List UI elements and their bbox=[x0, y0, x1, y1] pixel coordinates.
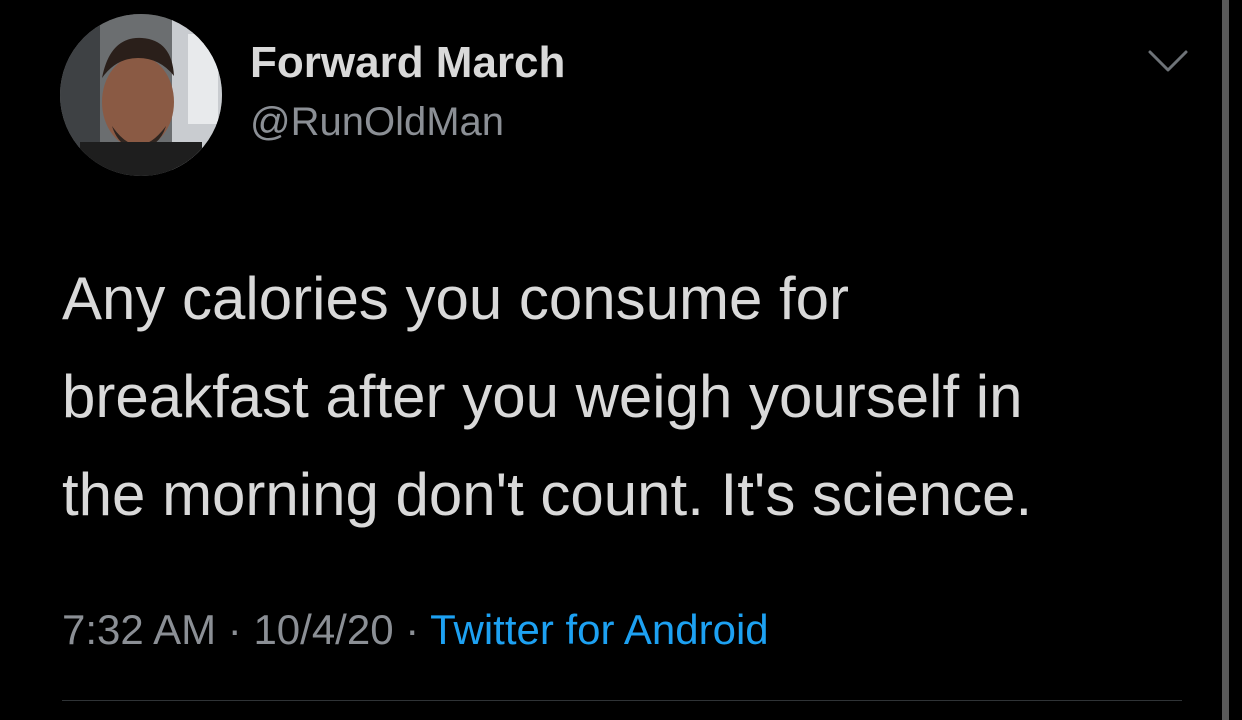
avatar[interactable] bbox=[60, 14, 222, 176]
scrollbar[interactable] bbox=[1222, 0, 1229, 720]
author-display-name[interactable]: Forward March bbox=[250, 38, 565, 88]
author-handle[interactable]: @RunOldMan bbox=[250, 100, 504, 145]
tweet-date[interactable]: 10/4/20 bbox=[253, 606, 393, 653]
tweet-source-link[interactable]: Twitter for Android bbox=[430, 606, 768, 653]
tweet-meta: 7:32 AM · 10/4/20 · Twitter for Android bbox=[62, 606, 769, 654]
divider bbox=[62, 700, 1182, 701]
tweet-text: Any calories you consume for breakfast a… bbox=[62, 250, 1182, 544]
tweet-time[interactable]: 7:32 AM bbox=[62, 606, 216, 653]
tweet-text-line: Any calories you consume for bbox=[62, 265, 850, 332]
chevron-down-icon[interactable] bbox=[1146, 46, 1190, 76]
meta-separator: · bbox=[393, 606, 431, 653]
avatar-image bbox=[60, 14, 222, 176]
tweet-text-line: breakfast after you weigh yourself in bbox=[62, 363, 1023, 430]
meta-separator: · bbox=[216, 606, 254, 653]
tweet-text-line: the morning don't count. It's science. bbox=[62, 461, 1033, 528]
tweet-card: Forward March @RunOldMan Any calories yo… bbox=[0, 0, 1242, 720]
